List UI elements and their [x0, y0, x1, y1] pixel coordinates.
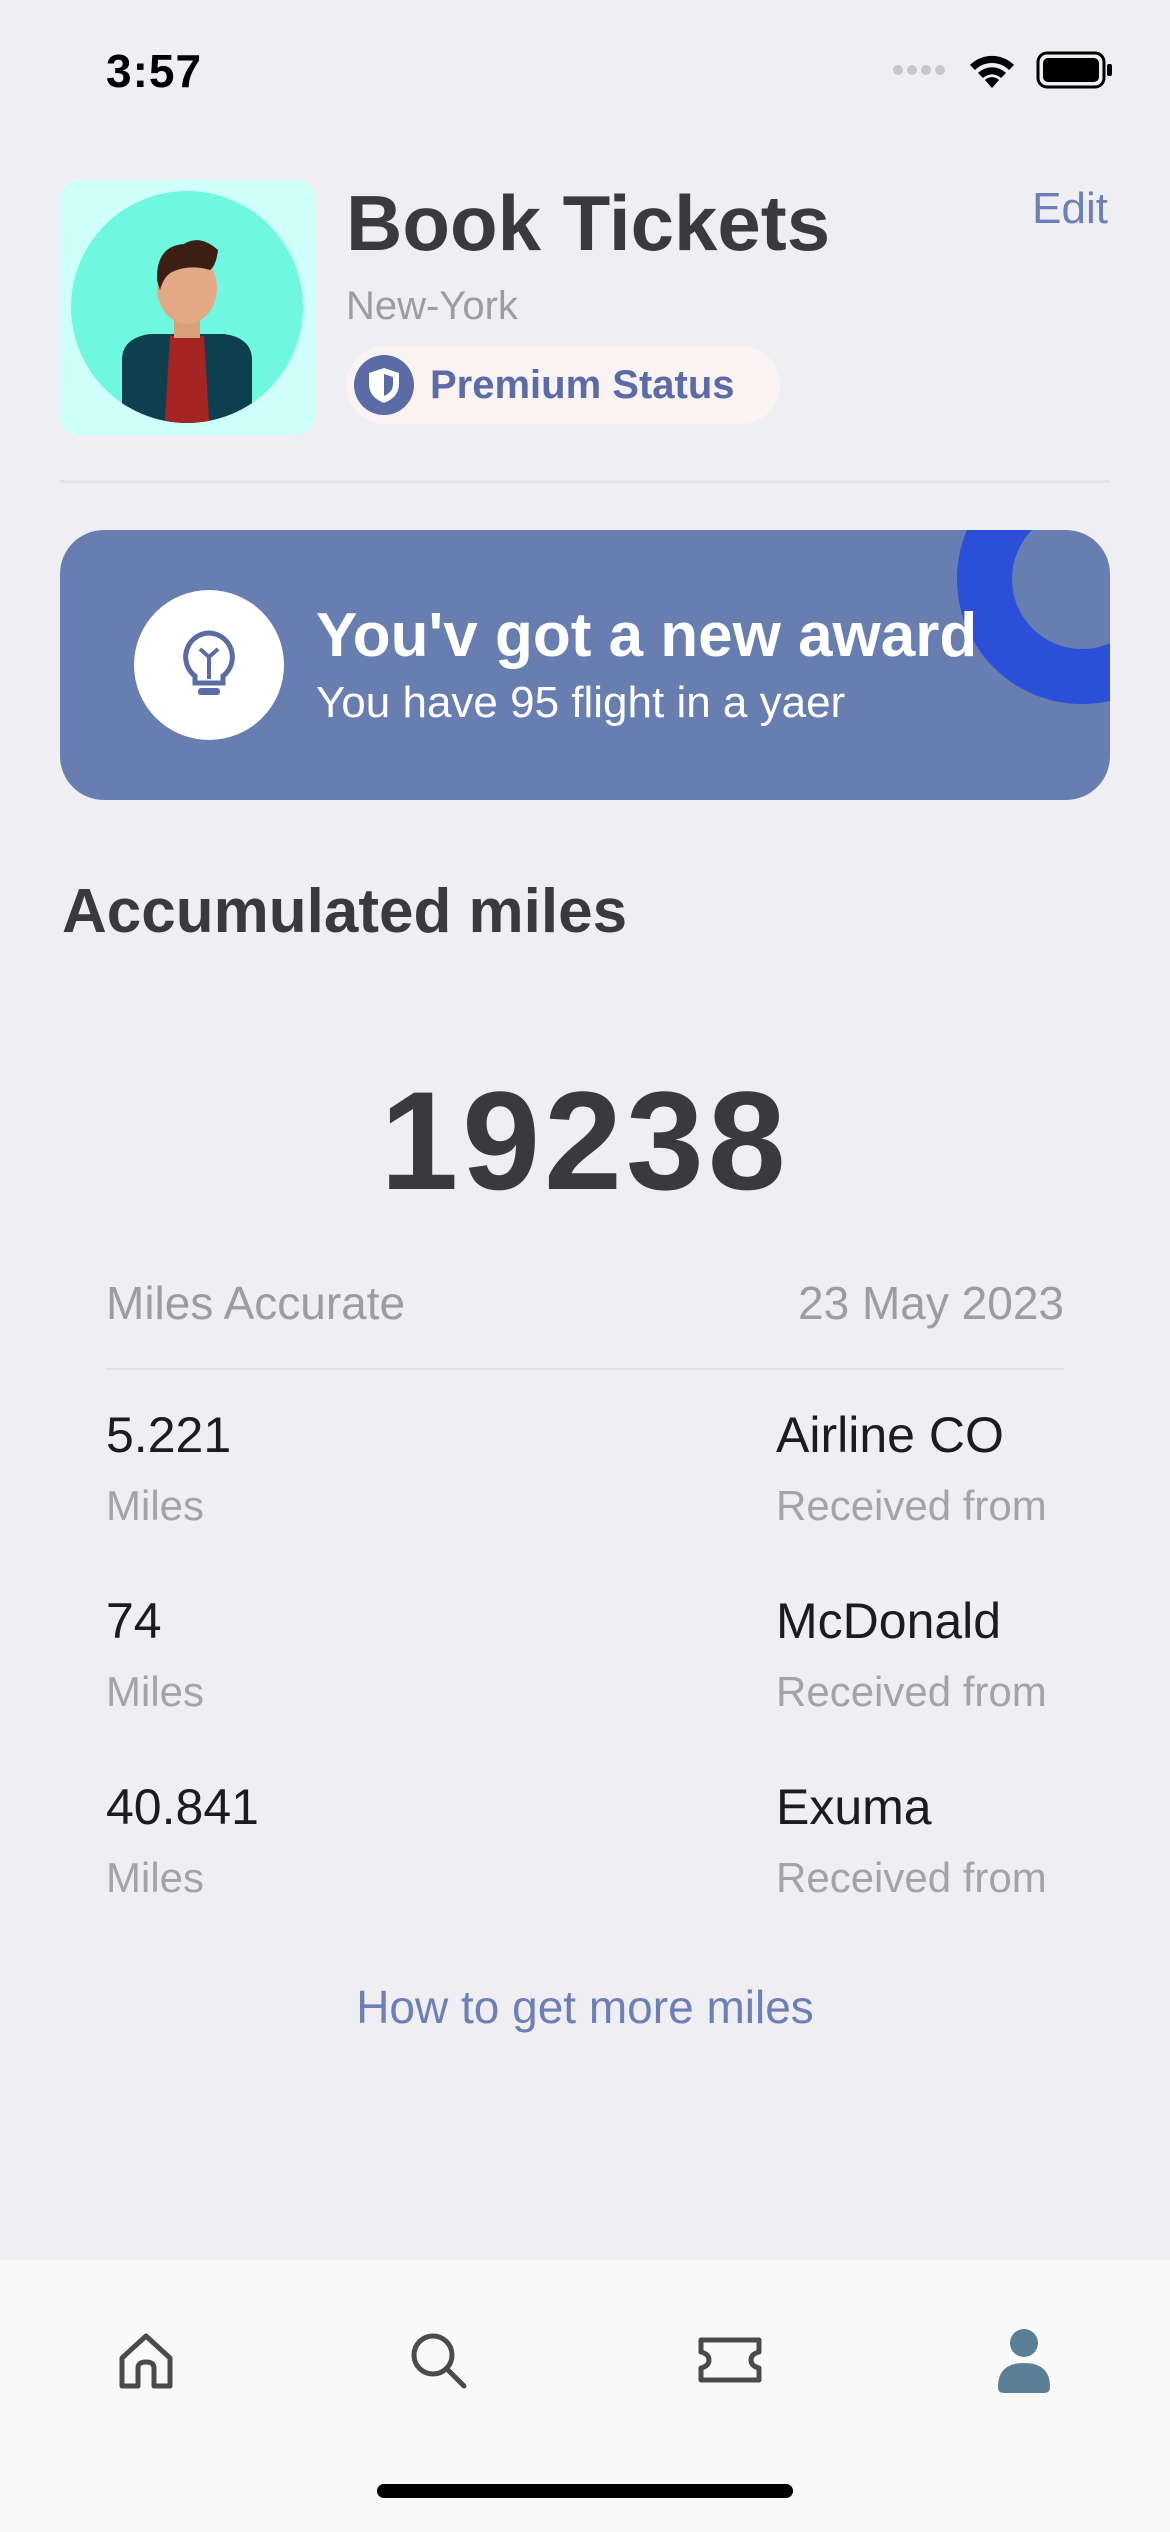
section-title: Accumulated miles — [62, 877, 628, 946]
entry-caption: Received from — [776, 1668, 1047, 1715]
premium-status-label: Premium Status — [430, 362, 735, 407]
entry-unit: Miles — [106, 1854, 205, 1901]
list-item[interactable]: 74 Miles McDonald Received from — [106, 1586, 1064, 1772]
profile-name: Book Tickets — [346, 179, 831, 267]
person-avatar-icon — [71, 191, 303, 423]
home-indicator[interactable] — [377, 2484, 793, 2498]
entry-amount: 5.221 — [106, 1407, 232, 1463]
tab-search[interactable] — [378, 2300, 498, 2420]
entry-source: Airline CO — [776, 1407, 1004, 1463]
summary-label: Miles Accurate — [106, 1277, 406, 1329]
search-icon — [411, 2333, 467, 2389]
entry-unit: Miles — [106, 1668, 205, 1715]
list-item[interactable]: 40.841 Miles Exuma Received from — [106, 1772, 1064, 1958]
total-miles: 19238 — [380, 1062, 790, 1219]
award-subtitle: You have 95 flight in a yaer — [316, 678, 846, 727]
miles-list: 5.221 Miles Airline CO Received from 74 … — [106, 1400, 1064, 1958]
profile-city: New-York — [346, 284, 518, 328]
summary-date: 23 May 2023 — [798, 1277, 1064, 1329]
status-time: 3:57 — [106, 45, 203, 97]
divider — [60, 480, 1110, 483]
cellular-signal-icon — [893, 65, 945, 75]
entry-source: McDonald — [776, 1593, 1002, 1649]
more-miles-link[interactable]: How to get more miles — [0, 1980, 1170, 2034]
lightbulb-icon — [134, 590, 284, 740]
home-icon — [119, 2333, 173, 2389]
divider — [106, 1368, 1064, 1370]
entry-unit: Miles — [106, 1482, 205, 1529]
entry-amount: 40.841 — [106, 1779, 259, 1835]
status-icons — [892, 50, 1114, 90]
entry-source: Exuma — [776, 1779, 932, 1835]
wifi-icon — [970, 55, 1014, 88]
tab-tickets[interactable] — [670, 2300, 790, 2420]
battery-icon — [1036, 51, 1112, 89]
award-title: You'v got a new award — [316, 601, 978, 670]
tab-profile[interactable] — [964, 2300, 1084, 2420]
premium-status-badge[interactable]: Premium Status — [346, 346, 780, 424]
list-item[interactable]: 5.221 Miles Airline CO Received from — [106, 1400, 1064, 1586]
avatar[interactable] — [60, 180, 315, 435]
status-bar: 3:57 — [0, 0, 1170, 140]
ticket-icon — [698, 2337, 762, 2383]
shield-icon — [354, 355, 414, 415]
entry-caption: Received from — [776, 1482, 1047, 1529]
profile-icon — [998, 2329, 1050, 2393]
decorative-ring — [957, 530, 1110, 704]
entry-caption: Received from — [776, 1854, 1047, 1901]
tab-home[interactable] — [86, 2300, 206, 2420]
edit-button[interactable]: Edit — [1032, 184, 1108, 234]
profile-screen: 3:57 Book Tickets New-York Premium Statu… — [0, 0, 1170, 2532]
award-banner[interactable]: You'v got a new award You have 95 flight… — [60, 530, 1110, 800]
entry-amount: 74 — [106, 1593, 162, 1649]
miles-summary-row: Miles Accurate 23 May 2023 — [106, 1276, 1064, 1330]
